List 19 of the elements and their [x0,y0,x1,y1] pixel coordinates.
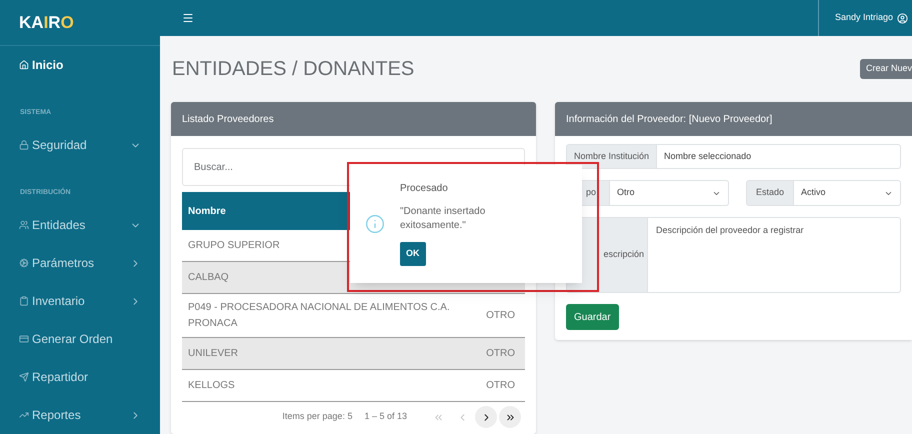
name-cell-text: KELLOGS [188,378,235,392]
name-cell-text: GRUPO SUPERIOR [188,238,280,252]
page-range: 1 – 5 of 13 [364,410,407,424]
field-label: Estado [746,180,794,206]
name-cell-text: CALBAQ [188,270,229,284]
items-per-page: Items per page: 5 [282,410,352,424]
name-cell-text: P049 - PROCESADORA NACIONAL DE ALIMENTOS C.A. PRONACA [188,300,451,330]
field-label: Nombre Institución [566,144,658,169]
column-header: Nombre [188,204,226,218]
app-logo: KAIRO [19,12,74,34]
card-title: Información del Proveedor: [Nuevo Proveedor] [566,112,772,126]
type-cell-text: OTRO [486,379,516,393]
name-cell-text: UNILEVER [188,346,238,360]
type-cell-text: OTRO [486,309,516,323]
page-title: ENTIDADES / DONANTES [172,57,416,82]
dialog-title: Procesado [400,182,448,196]
type-cell-text: OTRO [486,347,516,361]
card-title: Listado Proveedores [182,112,274,126]
dialog-message: "Donante insertado exitosamente." [400,205,486,233]
